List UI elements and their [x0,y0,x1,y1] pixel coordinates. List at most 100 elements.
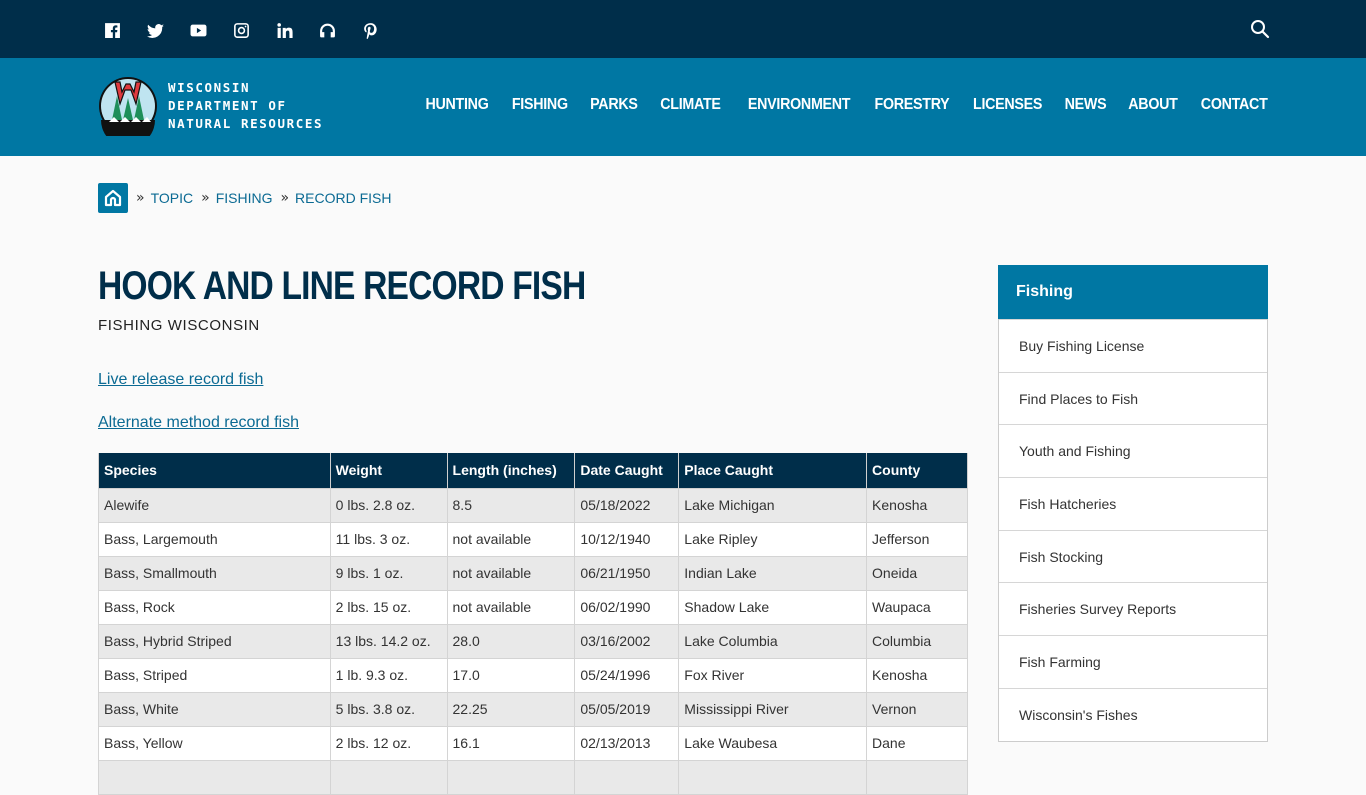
facebook-icon[interactable] [104,20,147,40]
sidebar-item-fish-farming[interactable]: Fish Farming [999,635,1267,688]
breadcrumb-record-fish[interactable]: RECORD FISH [295,190,391,206]
breadcrumb-fishing[interactable]: FISHING [216,190,273,206]
nav-licenses[interactable]: LICENSES [973,96,1042,114]
nav-climate[interactable]: CLIMATE [660,96,721,114]
cell-length: not available [446,589,576,625]
cell-species: Bass, Largemouth [98,521,331,557]
table-row: Bass, Largemouth 11 lbs. 3 oz. not availab… [98,521,968,557]
cell-date-caught: 03/16/2002 [574,623,680,659]
linkedin-icon[interactable] [276,20,319,40]
table-row: Bass, White 5 lbs. 3.8 oz. 22.25 05/05/2019… [98,691,968,727]
cell-length: 22.25 [446,691,576,727]
pinterest-icon[interactable] [362,20,405,40]
podcast-icon[interactable] [319,20,362,40]
table-row: Bass, Smallmouth 9 lbs. 1 oz. not availabl… [98,555,968,591]
sidebar-item-find-places[interactable]: Find Places to Fish [999,371,1267,425]
cell-species: Bass, Yellow [98,725,331,761]
dnr-logo[interactable]: WISCONSIN DEPARTMENT OF NATURAL RESOURCE… [98,76,323,136]
logo-line: DEPARTMENT OF [168,98,287,113]
sidebar-item-youth[interactable]: Youth and Fishing [999,424,1267,477]
cell-weight: 5 lbs. 3.8 oz. [329,691,448,727]
main-header: WISCONSIN DEPARTMENT OF NATURAL RESOURCE… [0,58,1366,156]
cell-species: Bass, Smallmouth [98,555,331,591]
cell-length: 17.0 [446,657,576,693]
cell-weight: 2 lbs. 15 oz. [329,589,448,625]
breadcrumb-separator: » [201,190,210,206]
home-button[interactable] [98,183,128,213]
nav-contact[interactable]: CONTACT [1201,96,1268,114]
sidebar-item-buy-license[interactable]: Buy Fishing License [999,319,1267,372]
search-icon[interactable] [1250,19,1270,39]
table-row: Alewife 0 lbs. 2.8 oz. 8.5 05/18/2022 Lake M… [98,487,968,523]
instagram-icon[interactable] [233,20,276,40]
cell-date-caught [574,759,680,795]
record-fish-table: Species Weight Length (inches) Date Caug… [98,453,968,795]
sidebar-item-stocking[interactable]: Fish Stocking [999,529,1267,583]
table-row [98,759,968,795]
column-header-species: Species [98,453,331,489]
cell-weight: 11 lbs. 3 oz. [329,521,448,557]
alternate-method-link[interactable]: Alternate method record fish [98,414,299,432]
cell-date-caught: 05/05/2019 [574,691,680,727]
twitter-icon[interactable] [147,20,190,40]
nav-fishing[interactable]: FISHING [512,96,568,114]
cell-species: Bass, Striped [98,657,331,693]
cell-county: Vernon [866,691,968,727]
column-header-date: Date Caught [574,453,680,489]
nav-news[interactable]: NEWS [1064,96,1106,114]
nav-forestry[interactable]: FORESTRY [875,96,950,114]
cell-place-caught: Fox River [678,657,868,693]
youtube-icon[interactable] [190,20,233,40]
main-nav: HUNTING FISHING PARKS CLIMATE ENVIRONMEN… [402,96,1269,114]
page-subtitle: FISHING WISCONSIN [98,317,260,334]
sidebar-title[interactable]: Fishing [998,265,1268,319]
sidebar-item-survey-reports[interactable]: Fisheries Survey Reports [999,582,1267,635]
live-release-link[interactable]: Live release record fish [98,371,263,389]
breadcrumb-topic[interactable]: TOPIC [151,190,194,206]
breadcrumb-separator: » [136,190,145,206]
table-row: Bass, Yellow 2 lbs. 12 oz. 16.1 02/13/2013 L… [98,725,968,761]
cell-county: Waupaca [866,589,968,625]
cell-date-caught: 05/18/2022 [574,487,680,523]
cell-species: Bass, Hybrid Striped [98,623,331,659]
logo-line: NATURAL RESOURCES [168,116,324,131]
nav-parks[interactable]: PARKS [590,96,638,114]
nav-environment[interactable]: ENVIRONMENT [748,96,851,114]
cell-date-caught: 06/21/1950 [574,555,680,591]
table-row: Bass, Rock 2 lbs. 15 oz. not available 06/0… [98,589,968,625]
cell-length: 8.5 [446,487,576,523]
cell-place-caught: Lake Waubesa [678,725,868,761]
cell-place-caught: Lake Columbia [678,623,868,659]
column-header-place: Place Caught [678,453,868,489]
cell-length: not available [446,521,576,557]
cell-date-caught: 10/12/1940 [574,521,680,557]
sidebar-item-wisconsins-fishes[interactable]: Wisconsin's Fishes [999,687,1267,741]
cell-species [98,759,331,795]
cell-species: Bass, Rock [98,589,331,625]
cell-county: Kenosha [866,657,968,693]
home-icon [104,189,122,207]
cell-county: Jefferson [866,521,968,557]
cell-date-caught: 02/13/2013 [574,725,680,761]
cell-place-caught: Lake Ripley [678,521,868,557]
breadcrumb-separator: » [280,190,290,206]
page-title: HOOK AND LINE RECORD FISH [98,264,586,308]
cell-length: 16.1 [446,725,576,761]
nav-hunting[interactable]: HUNTING [426,96,489,114]
cell-weight: 0 lbs. 2.8 oz. [329,487,448,523]
cell-length [446,759,576,795]
sidebar-item-hatcheries[interactable]: Fish Hatcheries [999,477,1267,530]
column-header-weight: Weight [329,453,448,489]
table-header-row: Species Weight Length (inches) Date Caug… [98,453,968,489]
logo-line: WISCONSIN [168,80,251,95]
cell-weight [329,759,448,795]
cell-weight: 2 lbs. 12 oz. [329,725,448,761]
cell-place-caught: Mississippi River [678,691,868,727]
cell-date-caught: 05/24/1996 [574,657,680,693]
dnr-logo-text: WISCONSIN DEPARTMENT OF NATURAL RESOURCE… [168,79,323,133]
nav-about[interactable]: ABOUT [1128,96,1178,114]
table-row: Bass, Striped 1 lb. 9.3 oz. 17.0 05/24/1996… [98,657,968,693]
column-header-length: Length (inches) [446,453,576,489]
social-links [104,20,405,40]
cell-date-caught: 06/02/1990 [574,589,680,625]
